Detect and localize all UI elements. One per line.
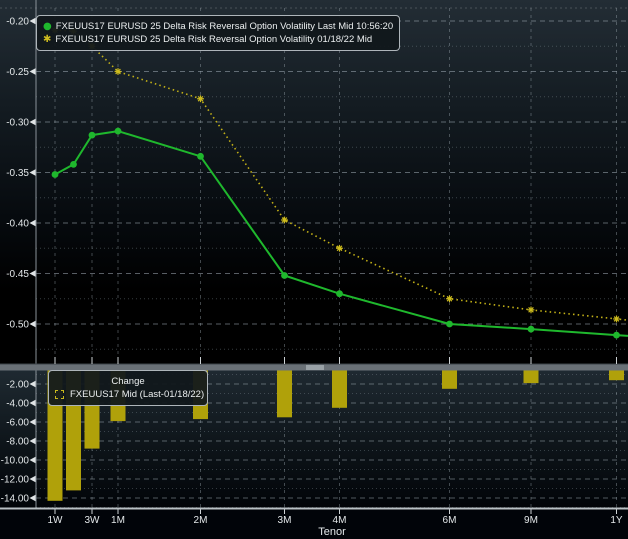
main-chart-legend: ● FXEUUS17 EURUSD 25 Delta Risk Reversal… — [36, 15, 400, 51]
x-tick-label-3W: 3W — [85, 515, 101, 526]
green-circle-marker-icon: ● — [43, 20, 52, 33]
change-legend-title: Change — [55, 375, 201, 388]
y-label-change--10.00: -10.00 — [1, 456, 30, 467]
y-label-change--2.00: -2.00 — [6, 380, 29, 391]
chart-canvas: 1W 3W 1M 2M 3M 4M 6M 9M 1Y Tenor -0.20 -0.25 -0.30 -0… — [0, 0, 628, 539]
last-mid-point-1M — [115, 128, 122, 135]
last-mid-point-2M — [197, 153, 204, 160]
prior-mid-point-1M — [115, 68, 122, 75]
x-tick-label-3M: 3M — [278, 515, 292, 526]
x-tick-label-9M: 9M — [524, 515, 538, 526]
change-bar-3M — [277, 365, 292, 417]
last-mid-point-6M — [446, 321, 453, 328]
x-axis-title: Tenor — [318, 526, 346, 538]
last-mid-point-4M — [336, 290, 343, 297]
prior-mid-point-3M — [281, 217, 288, 224]
prior-mid-point-2M — [197, 95, 204, 102]
x-tick-label-1W: 1W — [48, 515, 64, 526]
change-bar-4M — [332, 365, 347, 408]
yellow-asterisk-marker-icon: ✱ — [43, 33, 51, 46]
x-tick-label-1M: 1M — [111, 515, 125, 526]
legend-row-last-mid: ● FXEUUS17 EURUSD 25 Delta Risk Reversal… — [43, 20, 393, 33]
y-label-main--0.50: -0.50 — [6, 320, 29, 331]
last-mid-point-1Y — [613, 332, 620, 339]
y-label-main--0.35: -0.35 — [6, 168, 29, 179]
y-label-main--0.20: -0.20 — [6, 17, 29, 28]
yellow-dashed-square-icon — [55, 390, 64, 399]
prior-mid-point-6M — [446, 295, 453, 302]
y-label-change--12.00: -12.00 — [1, 475, 30, 486]
y-label-change--14.00: -14.00 — [1, 494, 30, 505]
series-prior-mid-label: FXEUUS17 EURUSD 25 Delta Risk Reversal O… — [55, 33, 372, 46]
prior-mid-point-4M — [336, 245, 343, 252]
y-label-main--0.40: -0.40 — [6, 219, 29, 230]
x-tick-label-1Y: 1Y — [610, 515, 623, 526]
y-label-main--0.30: -0.30 — [6, 118, 29, 129]
change-series-label: FXEUUS17 Mid (Last-01/18/22) — [70, 388, 204, 401]
change-panel-legend: Change FXEUUS17 Mid (Last-01/18/22) — [48, 370, 208, 406]
change-legend-series-row: FXEUUS17 Mid (Last-01/18/22) — [55, 388, 201, 401]
y-label-main--0.45: -0.45 — [6, 269, 29, 280]
last-mid-point-3M — [281, 272, 288, 279]
legend-row-prior-mid: ✱ FXEUUS17 EURUSD 25 Delta Risk Reversal… — [43, 33, 393, 46]
prior-mid-point-1Y — [613, 316, 620, 323]
y-label-change--4.00: -4.00 — [6, 399, 29, 410]
y-label-change--6.00: -6.00 — [6, 418, 29, 429]
prior-mid-point-9M — [528, 306, 535, 313]
x-tick-label-2M: 2M — [194, 515, 208, 526]
last-mid-point-3W — [89, 132, 96, 139]
divider-drag-handle[interactable] — [306, 365, 324, 370]
last-mid-point-2W — [70, 161, 77, 168]
fx-volatility-chart-panel: 1W 3W 1M 2M 3M 4M 6M 9M 1Y Tenor -0.20 -0.25 -0.30 -0… — [0, 0, 628, 539]
last-mid-point-9M — [528, 326, 535, 333]
y-label-change--8.00: -8.00 — [6, 437, 29, 448]
x-tick-label-6M: 6M — [443, 515, 457, 526]
last-mid-point-1W — [52, 171, 59, 178]
series-last-mid-label: FXEUUS17 EURUSD 25 Delta Risk Reversal O… — [56, 20, 393, 33]
y-label-main--0.25: -0.25 — [6, 67, 29, 78]
x-tick-label-4M: 4M — [333, 515, 347, 526]
